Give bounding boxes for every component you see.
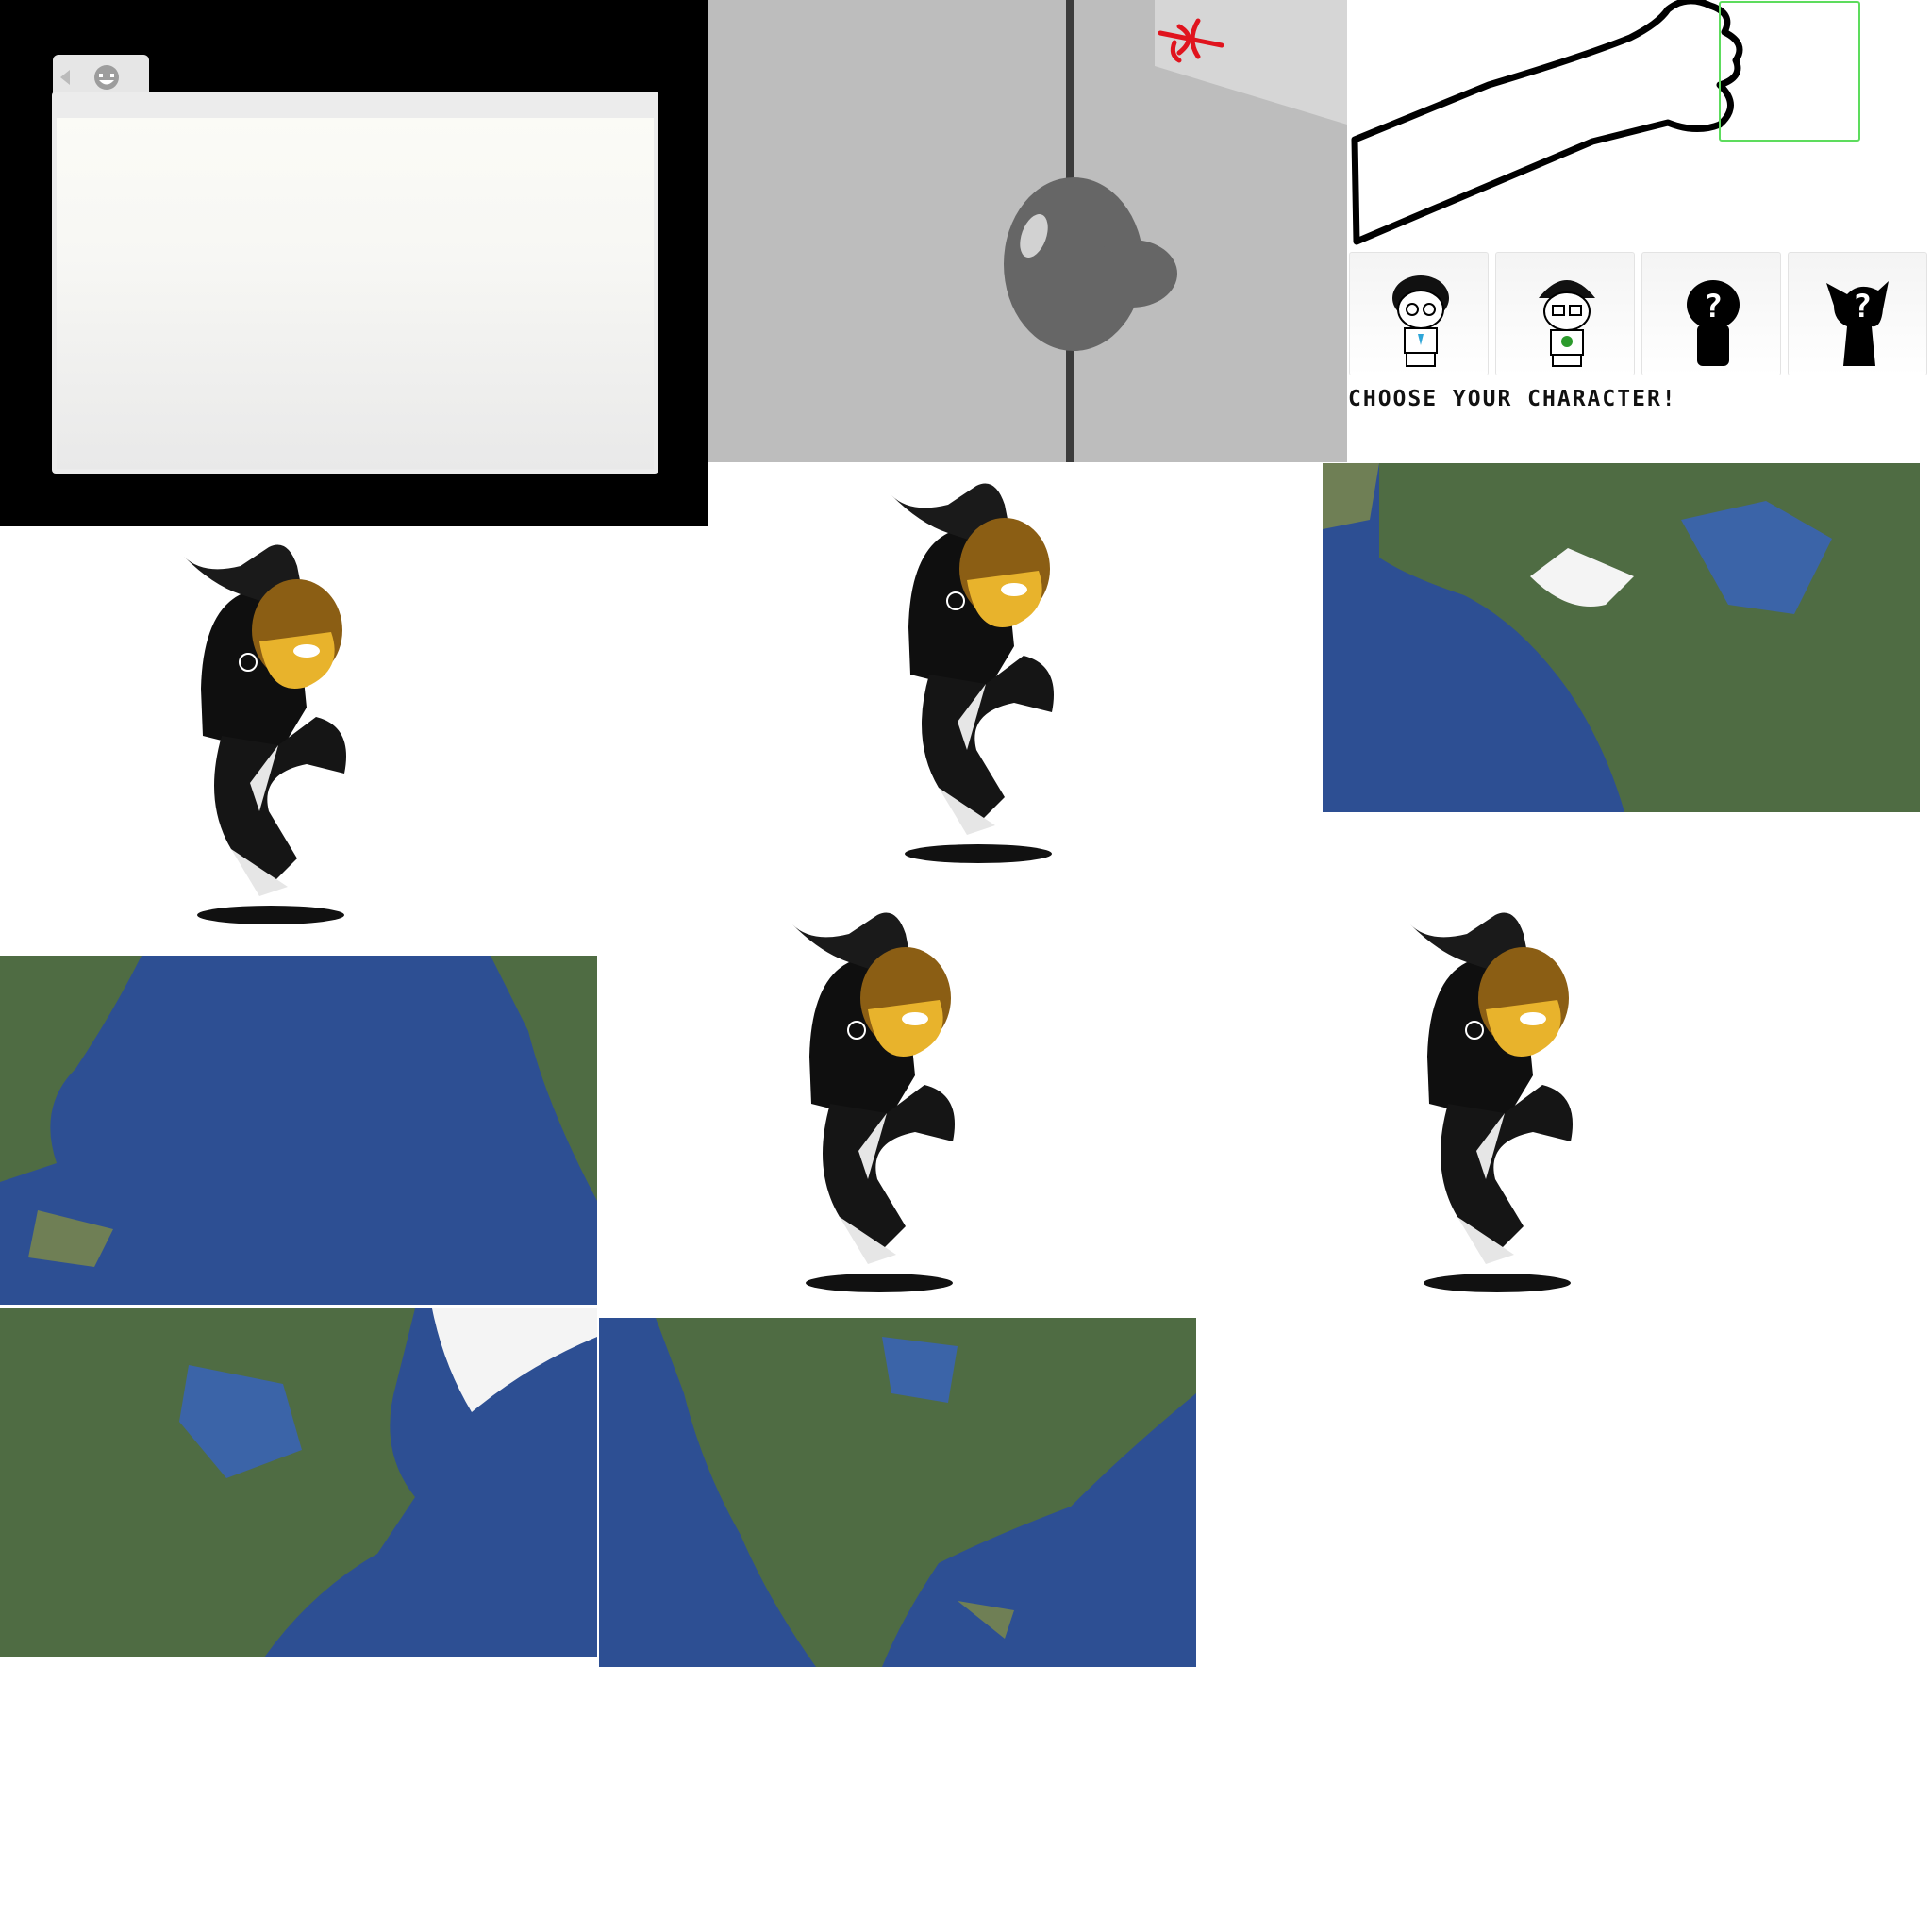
dancer-frame-2 [873, 476, 1118, 882]
choose-character-label: CHOOSE YOUR CHARACTER! [1348, 387, 1677, 411]
dancer-frame-1 [165, 538, 410, 943]
window-content-area [57, 118, 654, 469]
map-north-america-east [0, 1308, 597, 1657]
character-portrait-icon [1539, 280, 1595, 367]
map-pacific-ocean [0, 956, 597, 1305]
door-knob[interactable] [1004, 177, 1177, 351]
door-scene [708, 0, 1347, 462]
map-north-america [599, 1318, 1196, 1667]
dancer-frame-3 [774, 906, 1019, 1311]
character-portrait-icon [1392, 275, 1449, 367]
unknown-character-icon: ? [1826, 281, 1889, 366]
back-arrow-icon[interactable] [58, 68, 72, 87]
map-alaska-canada [1323, 463, 1920, 812]
smiley-avatar-icon [91, 62, 123, 94]
unknown-character-icon: ? [1687, 280, 1740, 366]
question-mark: ? [1853, 288, 1872, 325]
question-mark: ? [1704, 288, 1723, 325]
dancer-frame-4 [1391, 906, 1637, 1311]
character-slot-2[interactable] [1495, 252, 1635, 375]
selected-character-box[interactable] [1719, 1, 1860, 142]
wall-sign [1155, 0, 1347, 125]
character-slot-3[interactable]: ? [1641, 252, 1781, 375]
character-slot-1[interactable] [1349, 252, 1489, 375]
character-slot-4[interactable]: ? [1788, 252, 1927, 375]
